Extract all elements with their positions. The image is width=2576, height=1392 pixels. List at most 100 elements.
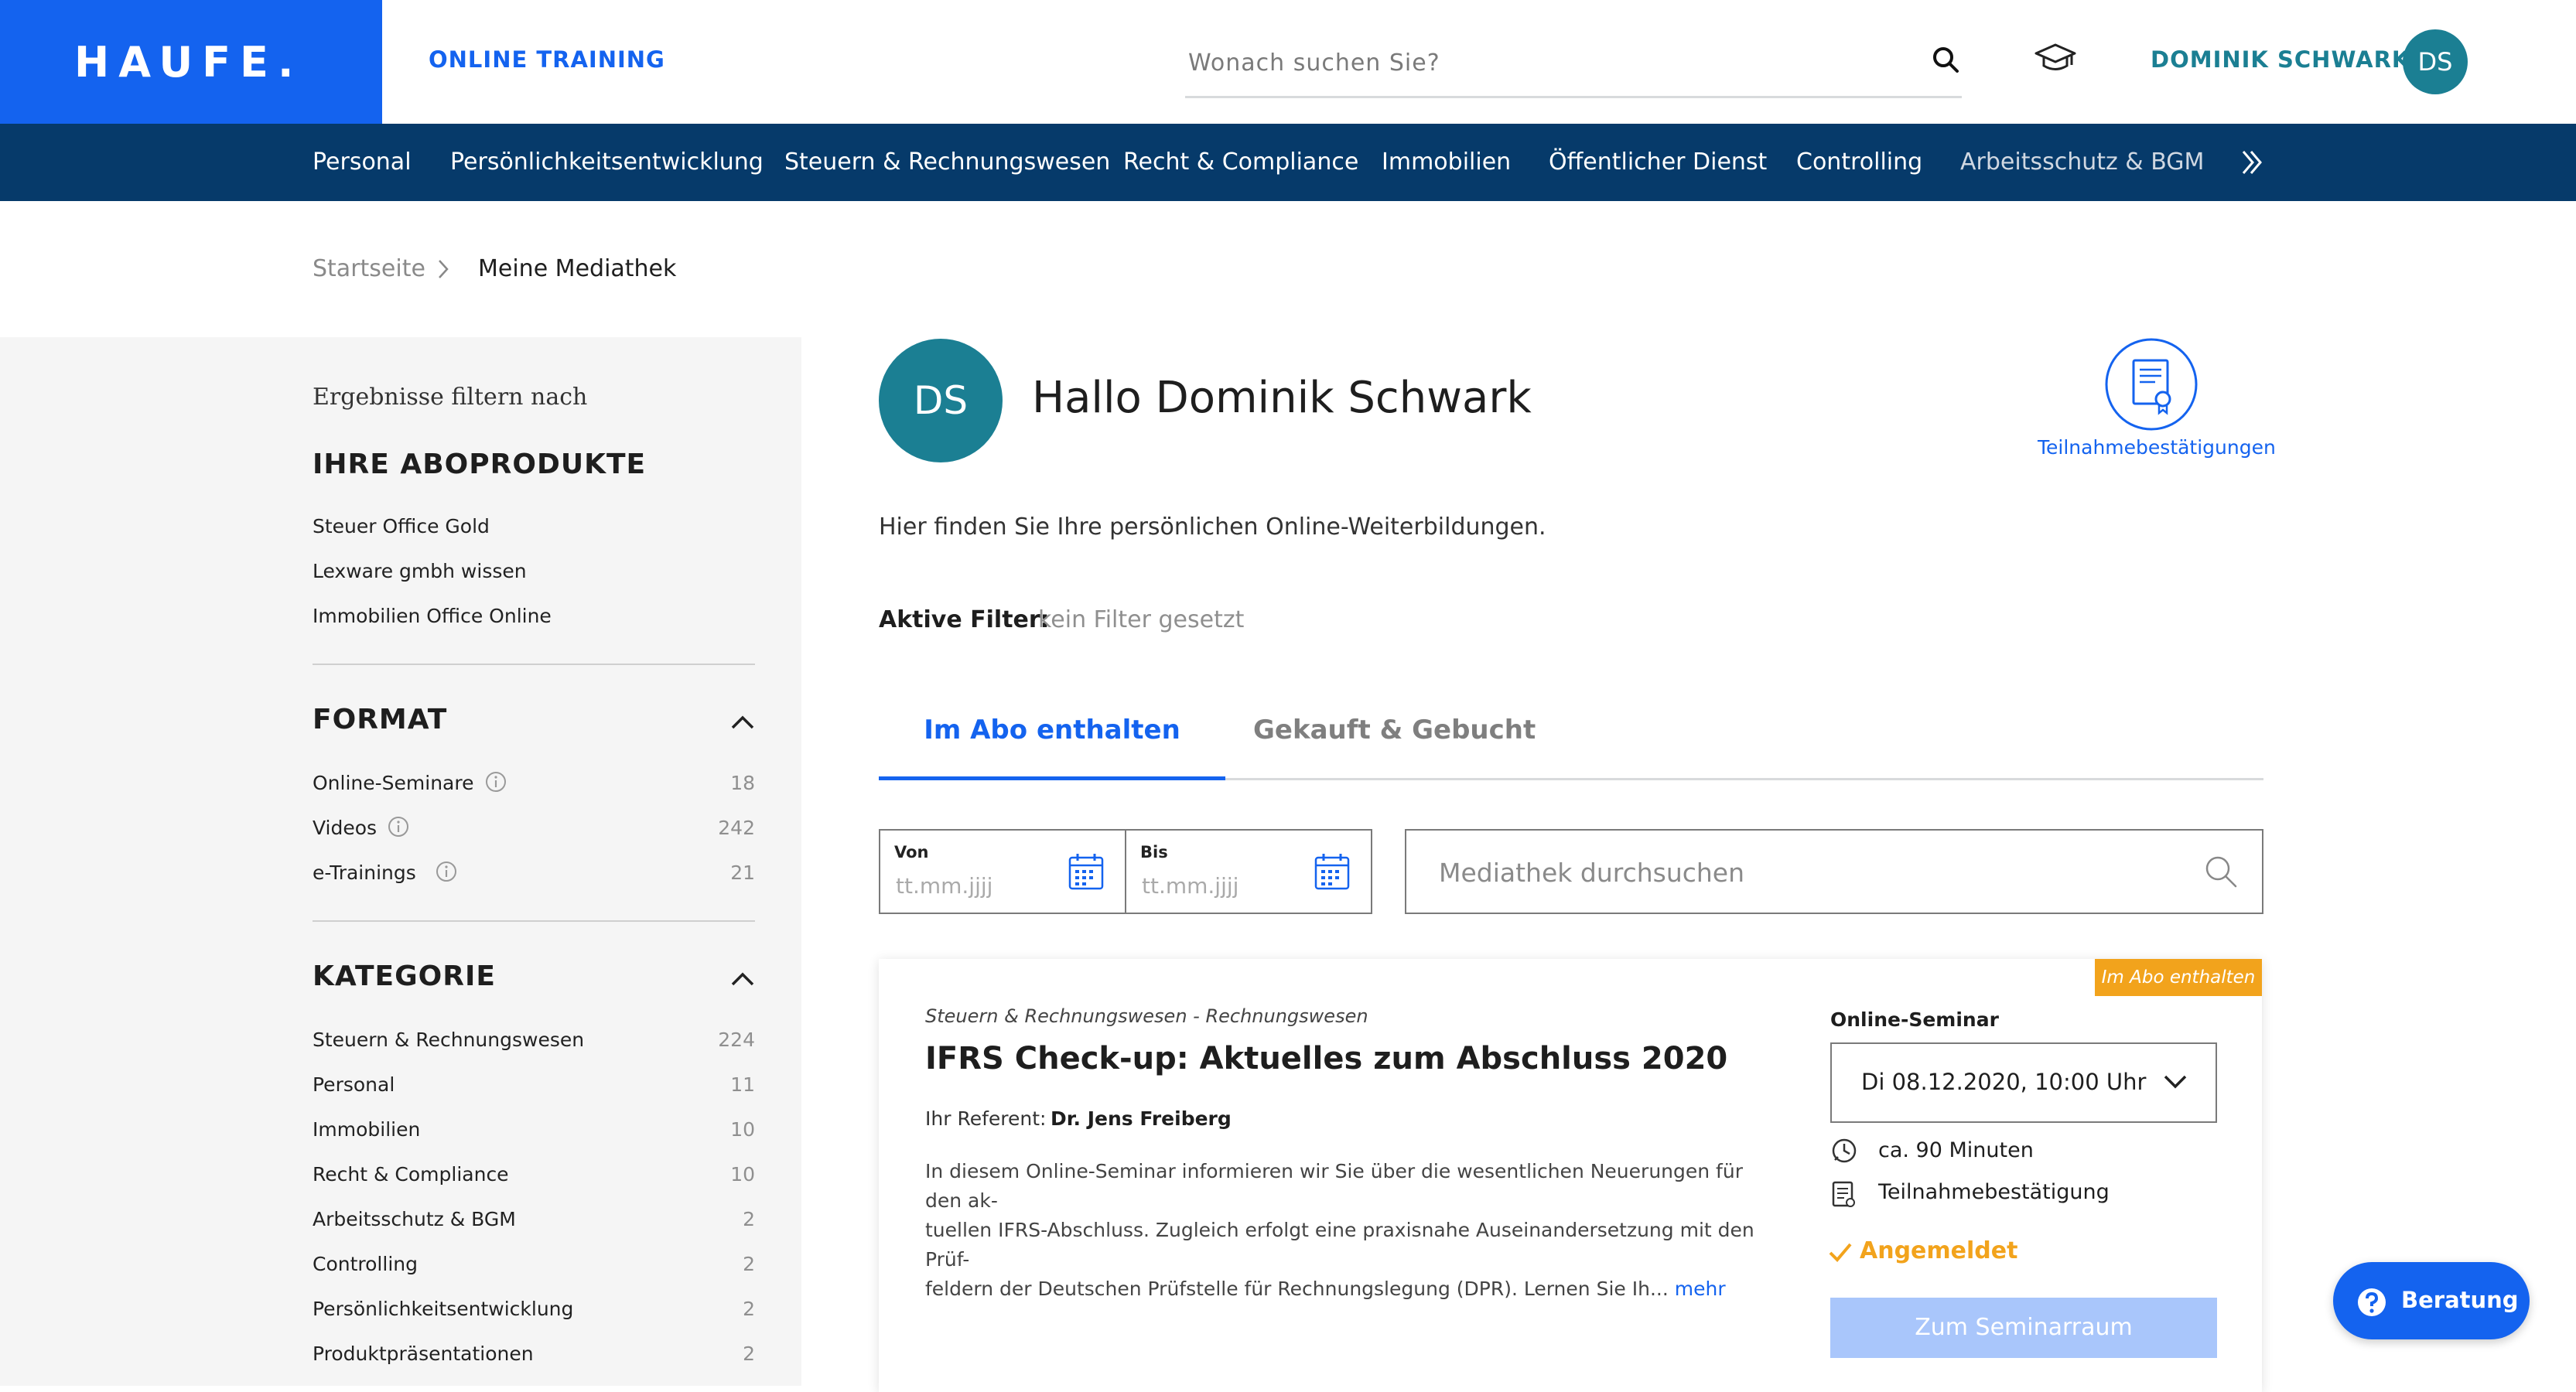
description-line: feldern der Deutschen Prüfstelle für Rec… (925, 1278, 1669, 1300)
breadcrumb-home[interactable]: Startseite (313, 255, 425, 282)
format-heading: FORMAT (313, 704, 448, 735)
tab-im-abo[interactable]: Im Abo enthalten (879, 711, 1225, 781)
logo-text: HAUFE. (74, 38, 303, 87)
kategorie-count: 11 (730, 1073, 755, 1096)
format-item-online-seminare[interactable]: Online-Seminare (313, 772, 473, 794)
section-title[interactable]: ONLINE TRAINING (429, 46, 665, 73)
abo-item[interactable]: Immobilien Office Online (313, 605, 552, 627)
checkmark-icon (1827, 1240, 1853, 1264)
kategorie-item[interactable]: Steuern & Rechnungswesen (313, 1029, 584, 1051)
abo-heading: IHRE ABOPRODUKTE (313, 449, 647, 480)
format-item-e-trainings[interactable]: e-Trainings (313, 861, 416, 884)
date-from-label: Von (894, 843, 929, 861)
divider (313, 920, 755, 922)
seminar-card: Im Abo enthalten Steuern & Rechnungswese… (879, 959, 2262, 1392)
global-search-input[interactable] (1187, 42, 1886, 84)
description-line: tuellen IFRS-Abschluss. Zugleich erfolgt… (925, 1219, 1754, 1271)
media-search-input[interactable] (1437, 854, 2183, 891)
kategorie-item[interactable]: Arbeitsschutz & BGM (313, 1208, 516, 1230)
kategorie-count: 224 (718, 1029, 755, 1051)
main-navigation: Personal Persönlichkeitsentwicklung Steu… (0, 124, 2576, 201)
kategorie-item[interactable]: Immobilien (313, 1118, 420, 1141)
date-select-value: Di 08.12.2020, 10:00 Uhr (1861, 1069, 2147, 1095)
media-search (1405, 829, 2263, 914)
date-from-field[interactable]: Von (879, 829, 1126, 914)
active-filter-label: Aktive Filter: (879, 606, 1050, 633)
date-to-input[interactable] (1140, 869, 1298, 902)
date-select[interactable]: Di 08.12.2020, 10:00 Uhr (1830, 1042, 2217, 1123)
card-description: In diesem Online-Seminar informieren wir… (925, 1157, 1784, 1304)
tab-gekauft[interactable]: Gekauft & Gebucht (1253, 715, 1536, 745)
nav-item-personal[interactable]: Personal (313, 147, 412, 178)
chevron-right-icon (436, 258, 450, 281)
kategorie-count: 10 (730, 1163, 755, 1186)
referent-name: Dr. Jens Freiberg (1051, 1107, 1232, 1130)
beratung-button[interactable]: Beratung (2333, 1262, 2530, 1339)
format-count: 18 (730, 772, 755, 794)
intro-text: Hier finden Sie Ihre persönlichen Online… (879, 513, 1546, 541)
kategorie-count: 10 (730, 1118, 755, 1141)
certificates-link[interactable]: Teilnahmebestätigungen (2038, 436, 2276, 459)
profile-avatar: DS (879, 339, 1003, 462)
chevron-up-icon[interactable] (730, 971, 755, 987)
nav-item-steuern[interactable]: Steuern & Rechnungswesen (784, 147, 1110, 178)
user-avatar[interactable]: DS (2403, 29, 2468, 94)
duration: ca. 90 Minuten (1878, 1138, 2034, 1162)
filter-caption: Ergebnisse filtern nach (313, 384, 588, 411)
seminar-room-button[interactable]: Zum Seminarraum (1830, 1298, 2217, 1358)
document-certificate-icon (1830, 1180, 1857, 1209)
card-category: Steuern & Rechnungswesen - Rechnungswese… (925, 1005, 1368, 1027)
help-icon (2356, 1287, 2387, 1318)
active-filter-value: kein Filter gesetzt (1038, 606, 1245, 633)
nav-item-controlling[interactable]: Controlling (1796, 147, 1922, 178)
kategorie-count: 2 (743, 1208, 755, 1230)
certificate-icon[interactable] (2104, 337, 2198, 432)
double-chevron-right-icon[interactable] (2239, 147, 2265, 178)
format-count: 242 (718, 817, 755, 839)
description-line: In diesem Online-Seminar informieren wir… (925, 1160, 1743, 1212)
format-item-videos[interactable]: Videos (313, 817, 377, 839)
user-name[interactable]: DOMINIK SCHWARK (2151, 46, 2410, 73)
divider (313, 664, 755, 665)
search-icon[interactable] (2203, 854, 2239, 889)
kategorie-item[interactable]: Personal (313, 1073, 395, 1096)
filter-sidebar: Ergebnisse filtern nach IHRE ABOPRODUKTE… (0, 337, 801, 1386)
nav-item-immobilien[interactable]: Immobilien (1382, 147, 1511, 178)
calendar-icon[interactable] (1068, 852, 1105, 891)
nav-item-persoenlichkeitsentwicklung[interactable]: Persönlichkeitsentwicklung (450, 147, 764, 178)
more-link[interactable]: mehr (1675, 1278, 1726, 1300)
kategorie-item[interactable]: Recht & Compliance (313, 1163, 509, 1186)
kategorie-item[interactable]: Persönlichkeitsentwicklung (313, 1298, 573, 1320)
format-count: 21 (730, 861, 755, 884)
card-title[interactable]: IFRS Check-up: Aktuelles zum Abschluss 2… (925, 1041, 1727, 1076)
date-to-label: Bis (1140, 843, 1168, 861)
chevron-up-icon[interactable] (730, 715, 755, 730)
date-to-field[interactable]: Bis (1125, 829, 1372, 914)
active-tab-indicator (879, 776, 1225, 780)
abo-item[interactable]: Lexware gmbh wissen (313, 560, 527, 582)
abo-item[interactable]: Steuer Office Gold (313, 515, 490, 537)
search-icon[interactable] (1931, 45, 1962, 76)
kategorie-item[interactable]: Controlling (313, 1253, 418, 1275)
greeting-title: Hallo Dominik Schwark (1032, 373, 1532, 423)
calendar-icon[interactable] (1314, 852, 1351, 891)
registration-status: Angemeldet (1860, 1237, 2018, 1264)
referent-label: Ihr Referent: (925, 1107, 1047, 1130)
kategorie-count: 2 (743, 1343, 755, 1365)
global-search (1185, 37, 1962, 98)
chevron-down-icon (2163, 1073, 2188, 1090)
nav-item-arbeitsschutz[interactable]: Arbeitsschutz & BGM (1960, 147, 2204, 178)
description-line-last: feldern der Deutschen Prüfstelle für Rec… (925, 1274, 1784, 1304)
info-icon[interactable] (484, 770, 507, 793)
format-label: Online-Seminar (1830, 1008, 1999, 1031)
subscription-badge: Im Abo enthalten (2095, 959, 2262, 996)
date-from-input[interactable] (894, 869, 1052, 902)
info-icon[interactable] (435, 860, 458, 883)
info-icon[interactable] (387, 815, 410, 838)
haufe-logo[interactable]: HAUFE. (0, 0, 382, 124)
nav-item-oeffentlicher-dienst[interactable]: Öffentlicher Dienst (1549, 147, 1767, 178)
nav-item-recht[interactable]: Recht & Compliance (1123, 147, 1358, 178)
graduation-cap-icon[interactable] (2034, 42, 2076, 74)
kategorie-item[interactable]: Produktpräsentationen (313, 1343, 534, 1365)
tab-label: Im Abo enthalten (924, 715, 1180, 745)
